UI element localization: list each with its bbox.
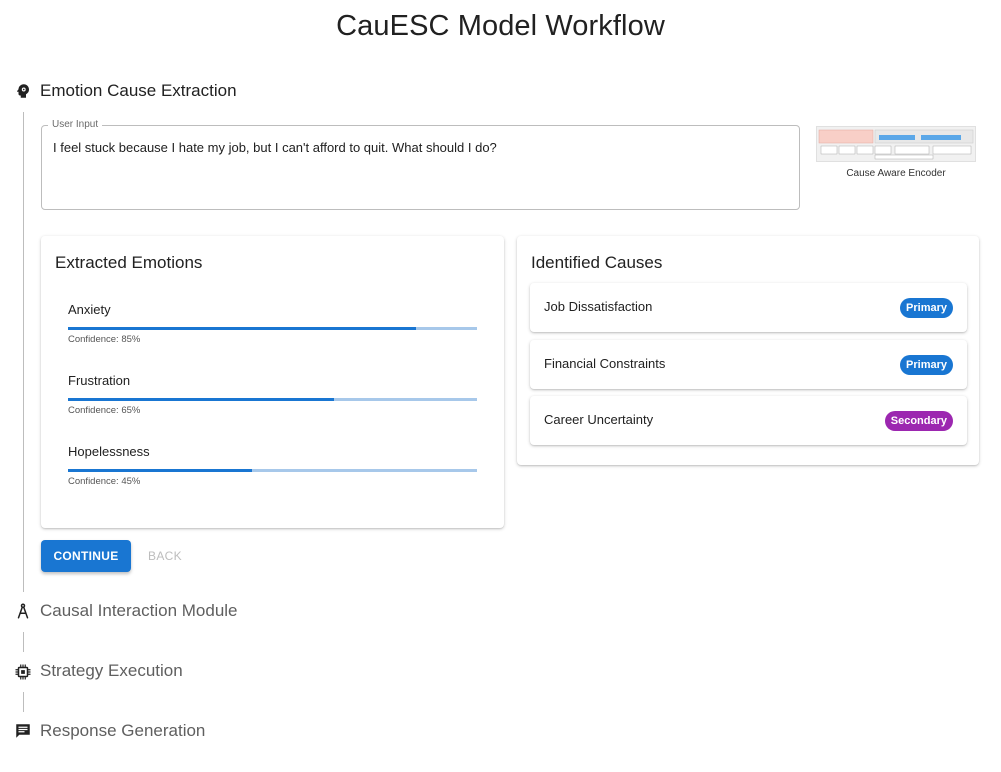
back-button[interactable]: BACK [140,540,190,572]
user-input-legend: User Input [48,119,103,130]
user-input-value[interactable]: I feel stuck because I hate my job, but … [53,140,497,155]
emotion-confidence-bar [68,398,477,401]
cause-label: Financial Constraints [544,356,666,371]
memory-chip-icon [15,664,31,680]
cause-item: Job Dissatisfaction Primary [530,283,967,332]
cause-priority-badge: Primary [900,355,953,375]
step-connector [23,112,24,592]
step-label-emotion-cause-extraction[interactable]: Emotion Cause Extraction [40,81,237,101]
cause-item: Financial Constraints Primary [530,340,967,389]
step-label-causal-interaction-module[interactable]: Causal Interaction Module [40,601,238,621]
causes-card-title: Identified Causes [531,253,663,272]
cause-item: Career Uncertainty Secondary [530,396,967,445]
continue-button[interactable]: CONTINUE [41,540,131,572]
step-label-response-generation[interactable]: Response Generation [40,721,205,741]
encoder-caption: Cause Aware Encoder [846,168,946,179]
emotion-confidence-bar [68,469,477,472]
emotion-confidence-bar [68,327,477,330]
emotion-confidence-fill [68,327,416,330]
emotion-name: Frustration [68,373,131,388]
emotion-confidence-text: Confidence: 85% [68,334,141,345]
page-title: CauESC Model Workflow [336,10,665,42]
cause-label: Job Dissatisfaction [544,299,653,314]
emotion-confidence-fill [68,469,253,472]
user-input-field[interactable] [41,125,800,210]
cause-aware-encoder-diagram [816,126,976,162]
step-connector [23,692,24,712]
cause-label: Career Uncertainty [544,412,654,427]
step-label-strategy-execution[interactable]: Strategy Execution [40,661,183,681]
emotion-name: Anxiety [68,302,111,317]
psychology-icon [16,84,29,98]
step-connector [23,632,24,652]
emotion-name: Hopelessness [68,444,150,459]
chat-bubble-icon [16,724,30,738]
cause-priority-badge: Primary [900,298,953,318]
cause-priority-badge: Secondary [884,411,953,431]
emotion-confidence-text: Confidence: 65% [68,405,141,416]
emotion-confidence-text: Confidence: 45% [68,476,141,487]
emotion-confidence-fill [68,398,334,401]
emotions-card-title: Extracted Emotions [55,253,203,272]
compass-icon [17,603,29,619]
